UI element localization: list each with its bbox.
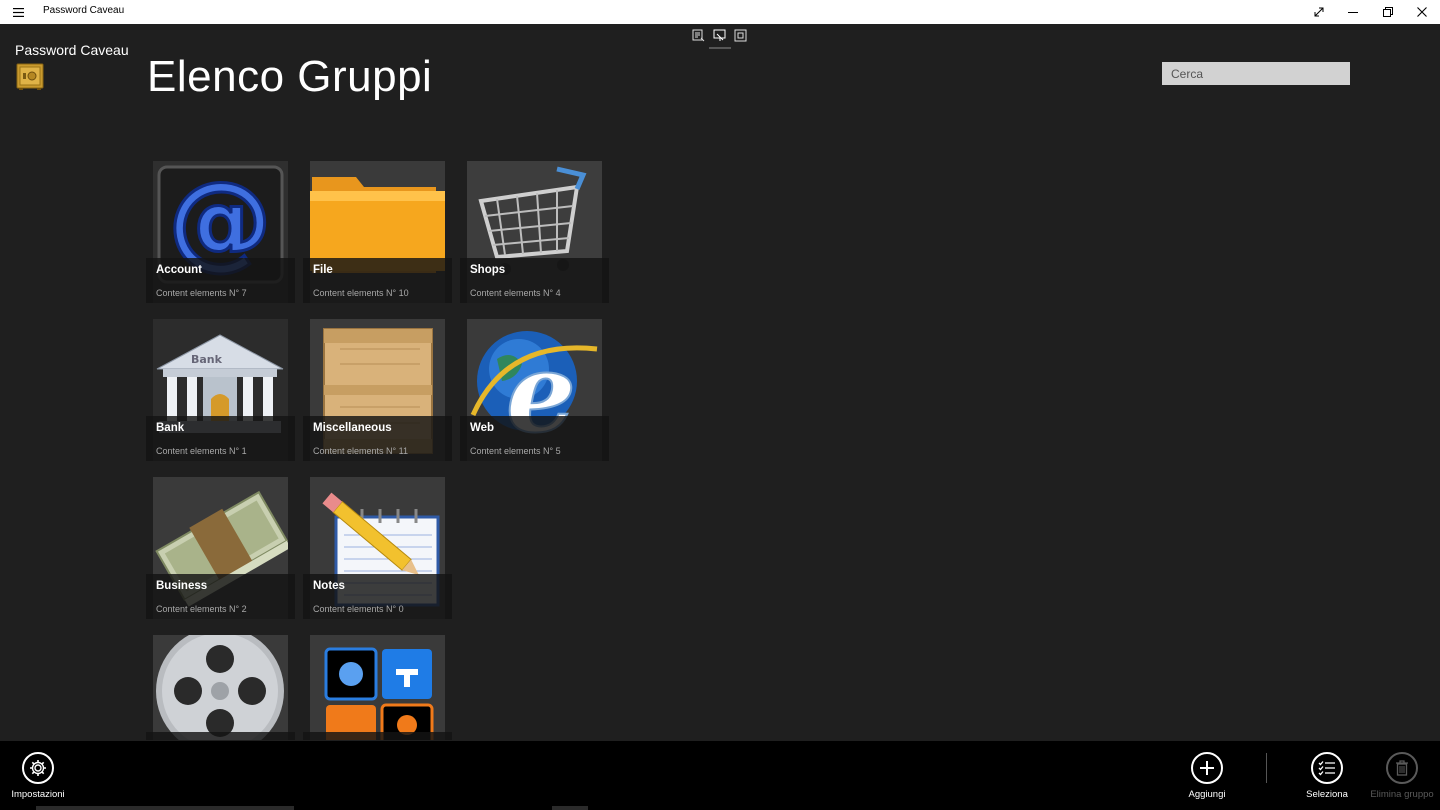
window-title: Password Caveau [43, 5, 125, 16]
group-tile-entertainment[interactable] [146, 635, 295, 740]
hamburger-icon[interactable] [11, 4, 25, 20]
restore-icon [1383, 7, 1393, 17]
delete-group-label: Elimina gruppo [1370, 789, 1434, 800]
scroll-indicator [36, 806, 294, 810]
settings-label: Impostazioni [11, 789, 65, 800]
group-count: Content elements N° 11 [313, 446, 408, 456]
group-count: Content elements N° 7 [156, 288, 247, 298]
minimize-button[interactable] [1336, 0, 1370, 24]
group-tile-file[interactable]: File Content elements N° 10 [303, 161, 452, 303]
group-tile-shops[interactable]: Shops Content elements N° 4 [460, 161, 609, 303]
group-name: File [313, 264, 333, 276]
plus-icon [1191, 752, 1223, 784]
group-name: Shops [470, 264, 506, 276]
fullscreen-icon [1314, 7, 1324, 17]
scroll-indicator-secondary [552, 806, 588, 810]
group-count: Content elements N° 5 [470, 446, 561, 456]
checklist-icon [1311, 752, 1343, 784]
page-title: Elenco Gruppi [147, 52, 433, 101]
delete-group-button[interactable]: Elimina gruppo [1362, 752, 1440, 800]
close-button[interactable] [1405, 0, 1439, 24]
utilities-icon [310, 635, 445, 740]
gear-icon [22, 752, 54, 784]
settings-button[interactable]: Impostazioni [0, 752, 78, 800]
frame-icon[interactable] [734, 29, 747, 42]
group-tile-web[interactable]: e Web Content elements N° 5 [460, 319, 609, 461]
safe-icon [16, 62, 44, 90]
svg-text:Bank: Bank [191, 353, 223, 366]
group-grid: @ Account Content elements N° 7 File Con… [146, 161, 616, 740]
group-name: Bank [156, 422, 185, 434]
search-input[interactable] [1162, 62, 1350, 85]
add-button[interactable]: Aggiungi [1167, 752, 1247, 800]
select-button[interactable]: Seleziona [1287, 752, 1367, 800]
group-count: Content elements N° 10 [313, 288, 409, 298]
active-tool-indicator [709, 47, 731, 49]
add-label: Aggiungi [1188, 789, 1226, 800]
fullscreen-button[interactable] [1302, 0, 1336, 24]
close-icon [1417, 7, 1427, 17]
top-toolbar [692, 29, 747, 42]
group-tile-bank[interactable]: Bank Bank Content elements N° 1 [146, 319, 295, 461]
restore-button[interactable] [1371, 0, 1405, 24]
group-count: Content elements N° 1 [156, 446, 247, 456]
group-name: Web [470, 422, 495, 434]
dock-icon[interactable] [692, 29, 705, 42]
app-name: Password Caveau [15, 42, 129, 58]
group-tile-account[interactable]: @ Account Content elements N° 7 [146, 161, 295, 303]
bottom-app-bar: Impostazioni Aggiungi Seleziona Elimina … [0, 741, 1440, 810]
group-tile-notes[interactable]: Notes Content elements N° 0 [303, 477, 452, 619]
group-name: Account [156, 264, 202, 276]
minimize-icon [1348, 12, 1358, 13]
group-tile-utilities[interactable] [303, 635, 452, 740]
trash-icon [1386, 752, 1418, 784]
select-label: Seleziona [1306, 789, 1348, 800]
group-name: Business [156, 580, 208, 592]
group-count: Content elements N° 0 [313, 604, 404, 614]
film-reel-icon [153, 635, 288, 740]
group-tile-business[interactable]: Business Content elements N° 2 [146, 477, 295, 619]
group-name: Notes [313, 580, 345, 592]
appbar-separator [1266, 753, 1267, 783]
group-count: Content elements N° 4 [470, 288, 561, 298]
title-bar: Password Caveau [0, 0, 1440, 24]
screen-share-icon[interactable] [713, 29, 726, 42]
group-name: Miscellaneous [313, 422, 392, 434]
group-tile-miscellaneous[interactable]: Miscellaneous Content elements N° 11 [303, 319, 452, 461]
group-count: Content elements N° 2 [156, 604, 247, 614]
